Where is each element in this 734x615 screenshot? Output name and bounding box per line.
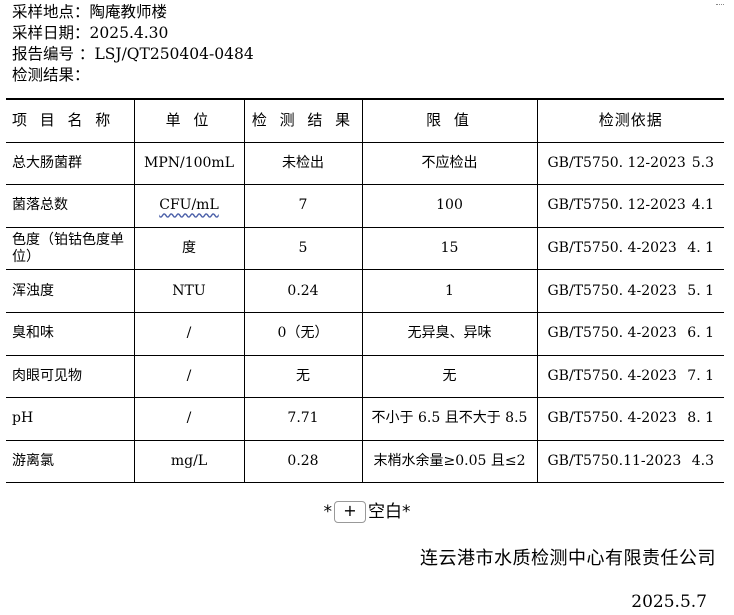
cell-result: 未检出 [243,141,363,186]
cell-item: 色度（铂钴色度单位） [6,226,135,271]
cell-standard: GB/T5750. 12-2023 5.3 [536,141,724,186]
cell-limit: 15 [361,226,538,271]
cell-unit: NTU [133,269,245,313]
report-date: 2025.5.7 [631,592,707,612]
cell-unit: mg/L [133,439,245,484]
cell-unit: / [133,311,245,356]
header-unit: 单 位 [133,97,245,143]
cell-standard: GB/T5750. 4-2023 6. 1 [536,311,724,356]
cell-limit: 无异臭、异味 [361,311,538,356]
cell-item: 菌落总数 [6,184,135,228]
cell-standard: GB/T5750. 4-2023 4. 1 [536,226,724,271]
results-table: 项 目 名 称 单 位 检 测 结 果 限 值 检测依据 总大肠菌群 MPN/1… [6,97,724,484]
cell-result: 7 [243,184,363,228]
cell-item: 总大肠菌群 [6,141,135,186]
table-header-row: 项 目 名 称 单 位 检 测 结 果 限 值 检测依据 [6,97,724,143]
cell-item: 臭和味 [6,311,135,356]
standard-code: GB/T5750.11-2023 [547,453,682,470]
cell-standard: GB/T5750.11-2023 4.3 [536,439,724,484]
standard-clause: 5.3 [691,154,714,171]
sample-location-value: 陶庵教师楼 [89,3,168,21]
cell-unit: CFU/mL [133,184,245,228]
standard-clause: 6. 1 [687,325,714,342]
unit-spellcheck-text: CFU/mL [159,197,219,214]
cell-result: 7.71 [243,397,363,441]
corner-mark [716,4,724,6]
table-row: 色度（铂钴色度单位） 度 5 15 GB/T5750. 4-2023 4. 1 [6,226,724,271]
add-button[interactable]: + [334,501,366,523]
cell-standard: GB/T5750. 4-2023 8. 1 [536,397,724,441]
table-row: 臭和味 / 0（无） 无异臭、异味 GB/T5750. 4-2023 6. 1 [6,311,724,356]
cell-result: 0.24 [243,269,363,313]
cell-unit: 度 [133,226,245,271]
standard-code: GB/T5750. 4-2023 [547,240,677,257]
standard-code: GB/T5750. 4-2023 [547,410,677,427]
results-heading: 检测结果： [12,65,254,86]
standard-clause: 4. 1 [687,240,714,257]
standard-code: GB/T5750. 12-2023 [547,197,686,214]
header-result: 检 测 结 果 [243,97,363,143]
sample-info: 采样地点：陶庵教师楼 采样日期：2025.4.30 报告编号 ：LSJ/QT25… [12,2,254,86]
header-standard: 检测依据 [536,97,724,143]
results-heading-label: 检测结果： [12,66,90,84]
header-limit: 限 值 [361,97,538,143]
cell-standard: GB/T5750. 12-2023 4.1 [536,184,724,228]
table-row: pH / 7.71 不小于 6.5 且不大于 8.5 GB/T5750. 4-2… [6,397,724,441]
sample-date: 采样日期：2025.4.30 [12,23,254,44]
cell-standard: GB/T5750. 4-2023 7. 1 [536,354,724,399]
standard-code: GB/T5750. 12-2023 [547,154,686,171]
table-row: 肉眼可见物 / 无 无 GB/T5750. 4-2023 7. 1 [6,354,724,399]
table-row: 浑浊度 NTU 0.24 1 GB/T5750. 4-2023 5. 1 [6,269,724,313]
cell-item: 浑浊度 [6,269,135,313]
cell-unit: / [133,397,245,441]
cell-result: 无 [243,354,363,399]
cell-limit: 不小于 6.5 且不大于 8.5 [361,397,538,441]
cell-result: 0.28 [243,439,363,484]
blank-note: * + 空白* [0,497,734,523]
standard-code: GB/T5750. 4-2023 [547,367,677,384]
sample-location-label: 采样地点： [12,3,90,21]
report-number: 报告编号 ：LSJ/QT250404-0484 [12,44,254,65]
standard-clause: 4.3 [691,453,714,470]
standard-code: GB/T5750. 4-2023 [547,282,677,299]
standard-code: GB/T5750. 4-2023 [547,325,677,342]
blank-note-text: 空白* [368,502,411,522]
report-number-label: 报告编号 ： [12,45,95,63]
sample-date-label: 采样日期： [12,24,90,42]
cell-item: pH [6,397,135,441]
cell-limit: 1 [361,269,538,313]
cell-unit: / [133,354,245,399]
cell-item: 游离氯 [6,439,135,484]
header-item: 项 目 名 称 [6,97,135,143]
sample-location: 采样地点：陶庵教师楼 [12,2,254,23]
cell-limit: 不应检出 [361,141,538,186]
cell-item: 肉眼可见物 [6,354,135,399]
company-name: 连云港市水质检测中心有限责任公司 [420,548,716,569]
report-number-value: LSJ/QT250404-0484 [94,45,254,63]
standard-clause: 8. 1 [687,410,714,427]
standard-clause: 5. 1 [687,282,714,299]
standard-clause: 4.1 [691,197,714,214]
table-row: 游离氯 mg/L 0.28 末梢水余量≥0.05 且≤2 GB/T5750.11… [6,439,724,484]
cell-result: 5 [243,226,363,271]
cell-unit: MPN/100mL [133,141,245,186]
blank-note-prefix: * [323,502,333,522]
sample-date-value: 2025.4.30 [89,24,169,42]
standard-clause: 7. 1 [687,367,714,384]
table-row: 菌落总数 CFU/mL 7 100 GB/T5750. 12-2023 4.1 [6,184,724,228]
cell-limit: 末梢水余量≥0.05 且≤2 [361,439,538,484]
table-row: 总大肠菌群 MPN/100mL 未检出 不应检出 GB/T5750. 12-20… [6,141,724,186]
cell-limit: 100 [361,184,538,228]
cell-limit: 无 [361,354,538,399]
cell-standard: GB/T5750. 4-2023 5. 1 [536,269,724,313]
cell-result: 0（无） [243,311,363,356]
